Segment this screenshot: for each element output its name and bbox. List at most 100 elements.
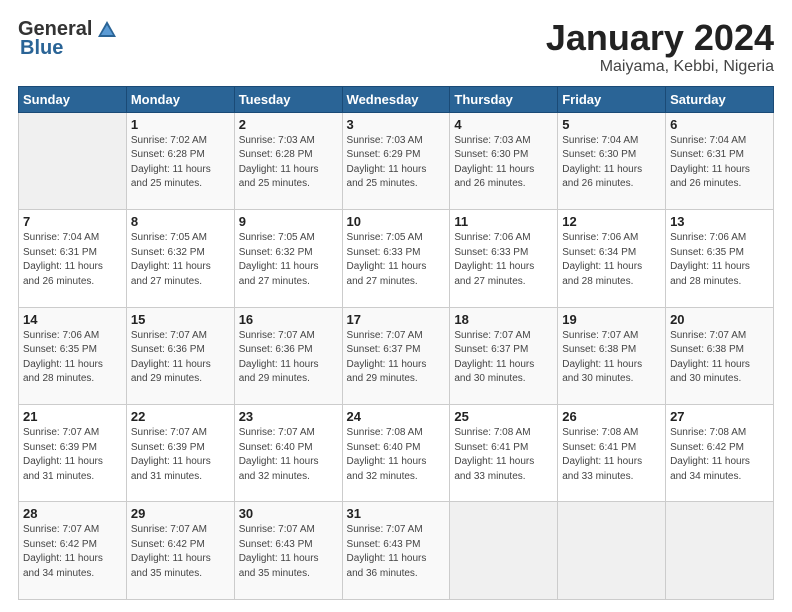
calendar-title: January 2024: [546, 18, 774, 58]
day-number: 13: [670, 214, 769, 229]
day-info: Sunrise: 7:08 AMSunset: 6:41 PMDaylight:…: [562, 426, 661, 484]
day-info: Sunrise: 7:07 AMSunset: 6:43 PMDaylight:…: [239, 523, 338, 581]
table-row: 21 Sunrise: 7:07 AMSunset: 6:39 PMDayligh…: [19, 405, 127, 502]
day-info: Sunrise: 7:04 AMSunset: 6:31 PMDaylight:…: [670, 134, 769, 192]
table-row: 16 Sunrise: 7:07 AMSunset: 6:36 PMDayligh…: [234, 307, 342, 404]
table-row: 2 Sunrise: 7:03 AMSunset: 6:28 PMDaylight…: [234, 112, 342, 209]
table-row: 26 Sunrise: 7:08 AMSunset: 6:41 PMDayligh…: [558, 405, 666, 502]
day-info: Sunrise: 7:07 AMSunset: 6:37 PMDaylight:…: [347, 329, 446, 387]
day-number: 1: [131, 117, 230, 132]
table-row: [450, 502, 558, 600]
col-wednesday: Wednesday: [342, 86, 450, 112]
col-monday: Monday: [126, 86, 234, 112]
table-row: 14 Sunrise: 7:06 AMSunset: 6:35 PMDayligh…: [19, 307, 127, 404]
calendar-week-row: 14 Sunrise: 7:06 AMSunset: 6:35 PMDayligh…: [19, 307, 774, 404]
col-sunday: Sunday: [19, 86, 127, 112]
day-info: Sunrise: 7:05 AMSunset: 6:33 PMDaylight:…: [347, 231, 446, 289]
table-row: 24Sunrise: 7:08 AMSunset: 6:40 PMDayligh…: [342, 405, 450, 502]
day-number: 10: [347, 214, 446, 229]
day-number: 15: [131, 312, 230, 327]
day-number: 30: [239, 506, 338, 521]
day-number: 18: [454, 312, 553, 327]
day-number: 26: [562, 409, 661, 424]
table-row: [558, 502, 666, 600]
day-number: 8: [131, 214, 230, 229]
table-row: 28 Sunrise: 7:07 AMSunset: 6:42 PMDayligh…: [19, 502, 127, 600]
col-thursday: Thursday: [450, 86, 558, 112]
logo: General Blue: [18, 18, 118, 60]
title-block: January 2024 Maiyama, Kebbi, Nigeria: [546, 18, 774, 76]
calendar-week-row: 21 Sunrise: 7:07 AMSunset: 6:39 PMDayligh…: [19, 405, 774, 502]
table-row: 20 Sunrise: 7:07 AMSunset: 6:38 PMDayligh…: [666, 307, 774, 404]
calendar-subtitle: Maiyama, Kebbi, Nigeria: [546, 58, 774, 76]
day-info: Sunrise: 7:03 AMSunset: 6:29 PMDaylight:…: [347, 134, 446, 192]
table-row: 25Sunrise: 7:08 AMSunset: 6:41 PMDayligh…: [450, 405, 558, 502]
day-number: 28: [23, 506, 122, 521]
day-number: 17: [347, 312, 446, 327]
day-number: 3: [347, 117, 446, 132]
day-number: 6: [670, 117, 769, 132]
table-row: 22Sunrise: 7:07 AMSunset: 6:39 PMDayligh…: [126, 405, 234, 502]
table-row: 31 Sunrise: 7:07 AMSunset: 6:43 PMDayligh…: [342, 502, 450, 600]
calendar-week-row: 28 Sunrise: 7:07 AMSunset: 6:42 PMDayligh…: [19, 502, 774, 600]
header: General Blue January 2024 Maiyama, Kebbi…: [18, 18, 774, 76]
table-row: 10 Sunrise: 7:05 AMSunset: 6:33 PMDayligh…: [342, 210, 450, 307]
day-number: 11: [454, 214, 553, 229]
table-row: 1 Sunrise: 7:02 AMSunset: 6:28 PMDaylight…: [126, 112, 234, 209]
day-info: Sunrise: 7:03 AMSunset: 6:28 PMDaylight:…: [239, 134, 338, 192]
calendar-week-row: 7Sunrise: 7:04 AMSunset: 6:31 PMDaylight…: [19, 210, 774, 307]
calendar-table: Sunday Monday Tuesday Wednesday Thursday…: [18, 86, 774, 600]
day-info: Sunrise: 7:06 AMSunset: 6:35 PMDaylight:…: [670, 231, 769, 289]
day-info: Sunrise: 7:07 AMSunset: 6:42 PMDaylight:…: [23, 523, 122, 581]
table-row: [19, 112, 127, 209]
day-number: 23: [239, 409, 338, 424]
logo-icon: [96, 19, 118, 41]
table-row: 27Sunrise: 7:08 AMSunset: 6:42 PMDayligh…: [666, 405, 774, 502]
day-info: Sunrise: 7:05 AMSunset: 6:32 PMDaylight:…: [131, 231, 230, 289]
day-info: Sunrise: 7:07 AMSunset: 6:36 PMDaylight:…: [239, 329, 338, 387]
day-info: Sunrise: 7:07 AMSunset: 6:36 PMDaylight:…: [131, 329, 230, 387]
day-number: 4: [454, 117, 553, 132]
table-row: 3 Sunrise: 7:03 AMSunset: 6:29 PMDaylight…: [342, 112, 450, 209]
table-row: 23 Sunrise: 7:07 AMSunset: 6:40 PMDayligh…: [234, 405, 342, 502]
day-number: 20: [670, 312, 769, 327]
day-info: Sunrise: 7:07 AMSunset: 6:38 PMDaylight:…: [562, 329, 661, 387]
table-row: 12 Sunrise: 7:06 AMSunset: 6:34 PMDayligh…: [558, 210, 666, 307]
page: General Blue January 2024 Maiyama, Kebbi…: [0, 0, 792, 612]
day-number: 14: [23, 312, 122, 327]
day-info: Sunrise: 7:07 AMSunset: 6:40 PMDaylight:…: [239, 426, 338, 484]
day-info: Sunrise: 7:04 AMSunset: 6:30 PMDaylight:…: [562, 134, 661, 192]
table-row: 8 Sunrise: 7:05 AMSunset: 6:32 PMDaylight…: [126, 210, 234, 307]
day-info: Sunrise: 7:07 AMSunset: 6:39 PMDaylight:…: [23, 426, 122, 484]
day-number: 31: [347, 506, 446, 521]
day-info: Sunrise: 7:06 AMSunset: 6:34 PMDaylight:…: [562, 231, 661, 289]
col-saturday: Saturday: [666, 86, 774, 112]
day-number: 19: [562, 312, 661, 327]
day-number: 12: [562, 214, 661, 229]
day-number: 29: [131, 506, 230, 521]
table-row: 29Sunrise: 7:07 AMSunset: 6:42 PMDayligh…: [126, 502, 234, 600]
table-row: 17 Sunrise: 7:07 AMSunset: 6:37 PMDayligh…: [342, 307, 450, 404]
day-number: 21: [23, 409, 122, 424]
col-friday: Friday: [558, 86, 666, 112]
day-number: 9: [239, 214, 338, 229]
table-row: 13 Sunrise: 7:06 AMSunset: 6:35 PMDayligh…: [666, 210, 774, 307]
col-tuesday: Tuesday: [234, 86, 342, 112]
calendar-header-row: Sunday Monday Tuesday Wednesday Thursday…: [19, 86, 774, 112]
day-number: 5: [562, 117, 661, 132]
day-number: 22: [131, 409, 230, 424]
day-info: Sunrise: 7:06 AMSunset: 6:35 PMDaylight:…: [23, 329, 122, 387]
day-info: Sunrise: 7:02 AMSunset: 6:28 PMDaylight:…: [131, 134, 230, 192]
table-row: 11Sunrise: 7:06 AMSunset: 6:33 PMDayligh…: [450, 210, 558, 307]
day-info: Sunrise: 7:03 AMSunset: 6:30 PMDaylight:…: [454, 134, 553, 192]
day-info: Sunrise: 7:08 AMSunset: 6:41 PMDaylight:…: [454, 426, 553, 484]
day-number: 7: [23, 214, 122, 229]
table-row: 9Sunrise: 7:05 AMSunset: 6:32 PMDaylight…: [234, 210, 342, 307]
day-info: Sunrise: 7:08 AMSunset: 6:40 PMDaylight:…: [347, 426, 446, 484]
day-info: Sunrise: 7:07 AMSunset: 6:43 PMDaylight:…: [347, 523, 446, 581]
table-row: 4 Sunrise: 7:03 AMSunset: 6:30 PMDaylight…: [450, 112, 558, 209]
day-number: 2: [239, 117, 338, 132]
day-info: Sunrise: 7:07 AMSunset: 6:38 PMDaylight:…: [670, 329, 769, 387]
table-row: 7Sunrise: 7:04 AMSunset: 6:31 PMDaylight…: [19, 210, 127, 307]
day-number: 16: [239, 312, 338, 327]
